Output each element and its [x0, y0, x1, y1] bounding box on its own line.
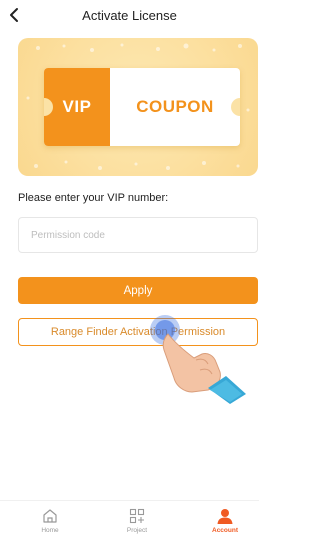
vip-label: VIP	[44, 68, 110, 146]
page-title: Activate License	[82, 8, 177, 23]
tab-home[interactable]: Home	[20, 507, 80, 540]
apply-button[interactable]: Apply	[18, 277, 258, 304]
permission-code-input[interactable]	[18, 217, 258, 253]
vip-coupon-banner: VIP COUPON	[18, 38, 258, 176]
tab-account-label: Account	[212, 527, 238, 534]
coupon-label: COUPON	[136, 97, 214, 116]
project-icon	[129, 508, 145, 524]
tab-account[interactable]: Account	[195, 507, 255, 540]
header: Activate License	[0, 0, 259, 34]
account-icon	[217, 509, 233, 524]
vip-coupon: VIP COUPON	[44, 68, 240, 146]
vip-number-prompt: Please enter your VIP number:	[18, 192, 169, 204]
home-icon	[43, 509, 57, 523]
tap-hand-icon	[150, 315, 246, 404]
tab-project[interactable]: Project	[107, 507, 167, 540]
bottom-tab-bar: Home Project Account	[0, 500, 259, 540]
tab-home-label: Home	[41, 527, 59, 534]
tab-project-label: Project	[126, 527, 148, 534]
